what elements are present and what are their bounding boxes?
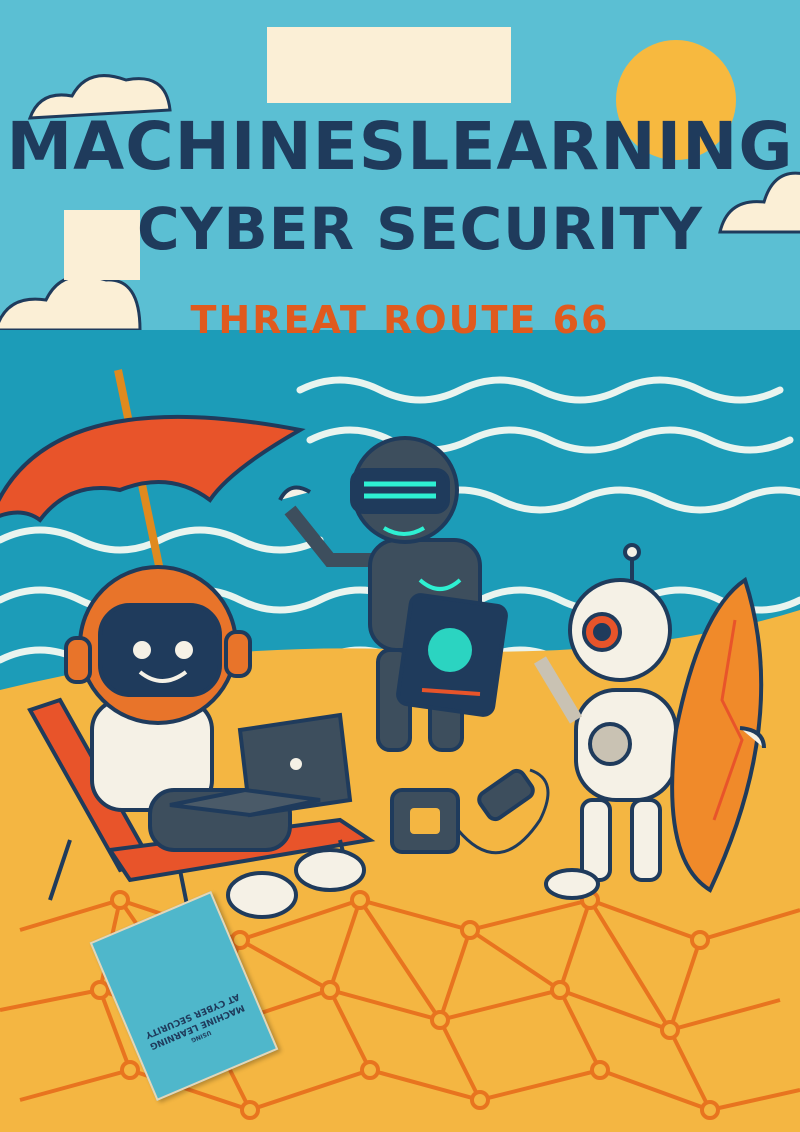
title-line-1: MACHINESLEARNING [6, 108, 794, 185]
label-box-top [267, 27, 511, 103]
book-cover: MACHINESLEARNING CYBER SECURITY THREAT R… [0, 0, 800, 1132]
subtitle: THREAT ROUTE 66 [190, 298, 610, 342]
title-line-2: CYBER SECURITY [136, 195, 704, 263]
tablet-icon [396, 593, 508, 717]
